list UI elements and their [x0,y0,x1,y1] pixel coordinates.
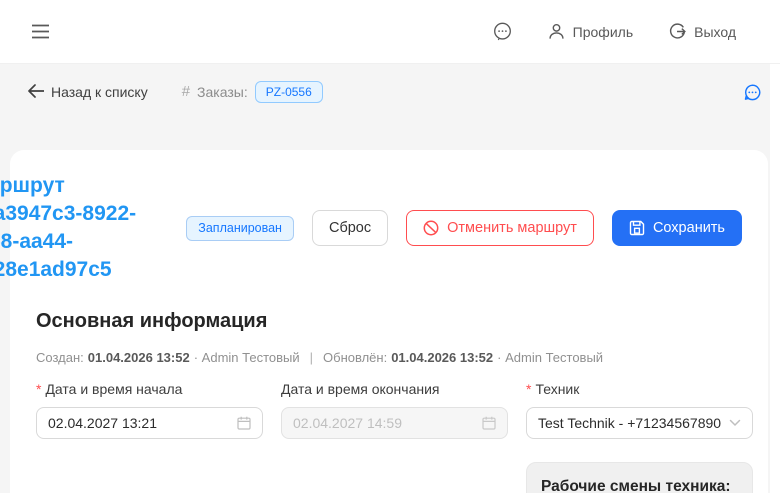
technician-selected-value: Test Technik - +71234567890 [538,415,721,431]
status-badge: Запланирован [186,216,294,241]
technician-label: *Техник [526,381,753,399]
route-form: *Дата и время начала Дата и время оконча… [36,381,742,493]
save-button[interactable]: Сохранить [612,210,742,246]
start-date-label: *Дата и время начала [36,381,263,399]
breadcrumb: Назад к списку # Заказы: PZ-0556 [0,78,780,106]
logout-menu-item[interactable]: Выход [669,23,736,40]
comments-bubble-icon[interactable] [743,83,762,102]
profile-menu-item[interactable]: Профиль [548,23,633,40]
top-navbar: Профиль Выход [0,0,780,64]
logout-label: Выход [694,25,736,39]
reset-button[interactable]: Сброс [312,210,388,246]
start-date-input[interactable] [48,415,229,431]
back-label: Назад к списку [51,84,148,100]
end-date-label: Дата и время окончания [281,381,508,399]
chevron-down-icon [729,419,741,427]
created-by: Admin Тестовый [202,350,300,365]
save-label: Сохранить [653,221,725,236]
cancel-route-label: Отменить маршрут [447,221,577,236]
end-date-input[interactable] [293,415,474,431]
cancel-route-button[interactable]: Отменить маршрут [406,210,594,246]
updated-label: Обновлён: [323,350,387,365]
profile-label: Профиль [573,25,633,39]
technician-shifts-panel: Рабочие смены техника: [526,462,753,493]
updated-by: Admin Тестовый [505,350,603,365]
created-label: Создан: [36,350,84,365]
required-mark: * [36,381,41,397]
meta-separator: | [310,350,313,365]
dot: · [497,350,501,365]
hamburger-menu-icon[interactable] [32,24,49,39]
order-number-tag[interactable]: PZ-0556 [255,81,323,103]
end-date-picker[interactable] [281,407,508,439]
save-icon [629,220,645,236]
back-arrow-icon [27,84,44,101]
end-date-field: Дата и время окончания [281,381,508,439]
dot: · [194,350,198,365]
calendar-icon [482,416,496,430]
route-header: Маршрут #4a3947c3-8922-4f58-aa44-2e28e1a… [36,172,742,284]
section-heading: Основная информация [36,310,742,333]
route-card: Маршрут #4a3947c3-8922-4f58-aa44-2e28e1a… [10,150,768,493]
hash-icon: # [182,83,190,100]
stop-icon [423,220,439,236]
calendar-icon [237,416,251,430]
start-date-picker[interactable] [36,407,263,439]
back-to-list-link[interactable]: Назад к списку [27,84,148,101]
audit-meta: Создан: 01.04.2026 13:52 · Admin Тестовы… [36,350,742,365]
start-date-field: *Дата и время начала [36,381,263,439]
route-title: Маршрут #4a3947c3-8922-4f58-aa44-2e28e1a… [0,172,168,284]
updated-at: 01.04.2026 13:52 [391,350,493,365]
logout-icon [669,23,686,40]
chat-ellipsis-icon[interactable] [493,22,512,41]
technician-select[interactable]: Test Technik - +71234567890 [526,407,753,439]
user-icon [548,23,565,40]
technician-field: *Техник Test Technik - +71234567890 [526,381,753,439]
orders-reference: # Заказы: PZ-0556 [182,81,323,103]
page-scrollbar[interactable] [770,64,780,493]
required-mark: * [526,381,531,397]
orders-label: Заказы: [197,84,248,100]
created-at: 01.04.2026 13:52 [88,350,190,365]
technician-shifts-heading: Рабочие смены техника: [541,478,738,493]
